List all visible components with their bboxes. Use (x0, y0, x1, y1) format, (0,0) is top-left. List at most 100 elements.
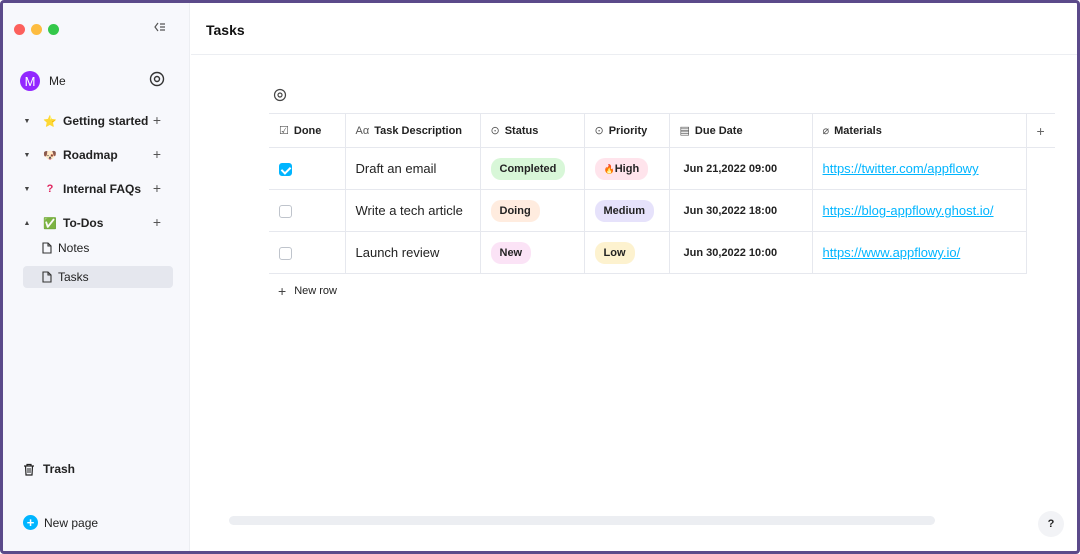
description-cell[interactable]: Launch review (344, 231, 481, 274)
sidebar: M Me ▼ ⭐ Getting started + ▼ 🐶 Roadmap +… (3, 3, 190, 551)
column-header-materials[interactable]: ⌀ Materials (811, 113, 1027, 148)
sidebar-item-internal-faqs[interactable]: ▼ ? Internal FAQs + (21, 177, 171, 201)
description-cell[interactable]: Write a tech article (344, 189, 481, 232)
sidebar-item-tasks[interactable]: Tasks (23, 266, 173, 288)
collapse-sidebar-button[interactable] (151, 21, 169, 37)
select-icon: ⊙ (594, 125, 604, 137)
star-icon: ⭐ (43, 115, 57, 128)
trash-icon (24, 463, 34, 476)
table-row: Draft an email Completed 🔥High Jun 21,20… (269, 147, 1055, 190)
horizontal-scrollbar[interactable] (229, 516, 935, 525)
settings-button[interactable] (148, 70, 168, 90)
empty-cell (1026, 148, 1055, 190)
table-row: Write a tech article Doing Medium Jun 30… (269, 189, 1055, 232)
priority-cell[interactable]: Low (583, 231, 670, 274)
close-window-button[interactable] (14, 24, 25, 35)
document-icon (42, 271, 52, 283)
materials-cell[interactable]: https://twitter.com/appflowy (811, 147, 1027, 190)
table-row: Launch review New Low Jun 30,2022 10:00 … (269, 231, 1055, 274)
materials-cell[interactable]: https://www.appflowy.io/ (811, 231, 1027, 274)
text-icon: Aα (355, 124, 370, 137)
column-header-task-description[interactable]: Aα Task Description (344, 113, 481, 148)
priority-badge: Low (594, 241, 635, 264)
sidebar-item-getting-started[interactable]: ▼ ⭐ Getting started + (21, 109, 171, 133)
checkbox-icon: ☑ (279, 125, 289, 137)
materials-cell[interactable]: https://blog-appflowy.ghost.io/ (811, 189, 1027, 232)
zoom-window-button[interactable] (48, 24, 59, 35)
material-link[interactable]: https://www.appflowy.io/ (823, 245, 961, 260)
plus-circle-icon: + (23, 515, 38, 530)
user-row[interactable]: M Me (20, 69, 170, 93)
chevron-up-icon[interactable]: ▲ (21, 220, 33, 227)
new-row-button[interactable]: + New row (278, 283, 337, 299)
material-link[interactable]: https://blog-appflowy.ghost.io/ (823, 203, 994, 218)
sidebar-item-label: Internal FAQs (63, 182, 142, 196)
due-date-cell[interactable]: Jun 21,2022 09:00 (668, 147, 813, 190)
done-checkbox[interactable] (279, 205, 292, 219)
avatar[interactable]: M (20, 71, 40, 91)
dog-icon: 🐶 (43, 149, 57, 162)
select-icon: ⊙ (490, 125, 500, 137)
trash-label: Trash (43, 462, 76, 476)
sidebar-item-label: Notes (58, 241, 90, 255)
status-badge: New (490, 241, 532, 264)
window-controls (14, 24, 59, 35)
sidebar-item-roadmap[interactable]: ▼ 🐶 Roadmap + (21, 143, 171, 167)
header-row: ☑ Done Aα Task Description ⊙ Status ⊙ Priori… (269, 113, 1055, 148)
grid-settings-button[interactable] (273, 88, 289, 104)
column-header-due-date[interactable]: ▤ Due Date (668, 113, 813, 148)
add-subpage-button[interactable]: + (153, 112, 161, 128)
gear-icon (273, 88, 287, 102)
add-subpage-button[interactable]: + (153, 214, 161, 230)
minimize-window-button[interactable] (31, 24, 42, 35)
gear-icon (149, 71, 165, 87)
due-date-cell[interactable]: Jun 30,2022 18:00 (668, 189, 813, 232)
done-cell[interactable] (269, 231, 346, 274)
sidebar-item-label: Getting started (63, 114, 149, 128)
document-icon (42, 242, 52, 254)
empty-cell (1026, 190, 1055, 232)
add-column-button[interactable]: + (1025, 113, 1055, 148)
status-badge: Doing (490, 199, 540, 222)
status-cell[interactable]: Completed (479, 147, 585, 190)
description-cell[interactable]: Draft an email (344, 147, 481, 190)
status-cell[interactable]: New (479, 231, 585, 274)
check-box-icon: ✅ (43, 217, 57, 230)
help-button[interactable]: ? (1038, 511, 1064, 537)
sidebar-item-label: Tasks (58, 270, 89, 284)
main-content: Tasks ☑ Done Aα Task Description ⊙ Status ⊙… (191, 3, 1077, 551)
chevron-down-icon[interactable]: ▼ (21, 118, 33, 125)
column-header-done[interactable]: ☑ Done (269, 113, 346, 148)
done-checkbox[interactable] (279, 247, 292, 261)
add-subpage-button[interactable]: + (153, 146, 161, 162)
collapse-sidebar-icon (154, 22, 165, 32)
add-subpage-button[interactable]: + (153, 180, 161, 196)
fire-icon: 🔥 (603, 163, 615, 174)
done-cell[interactable] (269, 189, 346, 232)
chevron-down-icon[interactable]: ▼ (21, 152, 33, 159)
app-window: M Me ▼ ⭐ Getting started + ▼ 🐶 Roadmap +… (0, 0, 1080, 554)
priority-cell[interactable]: 🔥High (583, 147, 670, 190)
top-bar: Tasks (191, 3, 1077, 55)
paperclip-icon: ⌀ (822, 125, 830, 137)
priority-badge: 🔥High (594, 157, 649, 180)
new-page-button[interactable]: + New page (23, 515, 98, 530)
empty-cell (1026, 232, 1055, 274)
status-badge: Completed (490, 157, 566, 180)
task-grid: ☑ Done Aα Task Description ⊙ Status ⊙ Priori… (269, 113, 1055, 274)
plus-icon: + (278, 283, 287, 299)
column-header-priority[interactable]: ⊙ Priority (583, 113, 670, 148)
due-date-cell[interactable]: Jun 30,2022 10:00 (668, 231, 813, 274)
priority-cell[interactable]: Medium (583, 189, 670, 232)
column-header-status[interactable]: ⊙ Status (479, 113, 585, 148)
done-checkbox[interactable] (279, 163, 292, 177)
material-link[interactable]: https://twitter.com/appflowy (823, 161, 979, 176)
sidebar-item-notes[interactable]: Notes (23, 237, 173, 259)
done-cell[interactable] (269, 147, 346, 190)
sidebar-item-to-dos[interactable]: ▲ ✅ To-Dos + (21, 211, 171, 235)
trash-button[interactable]: Trash (23, 462, 75, 476)
status-cell[interactable]: Doing (479, 189, 585, 232)
sidebar-item-label: Roadmap (63, 148, 118, 162)
priority-badge: Medium (594, 199, 655, 222)
chevron-down-icon[interactable]: ▼ (21, 186, 33, 193)
